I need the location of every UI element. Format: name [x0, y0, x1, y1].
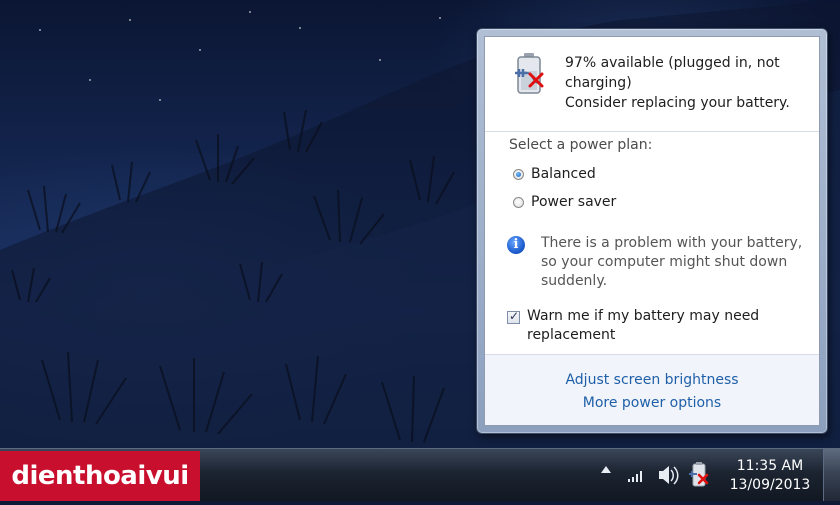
- warn-battery-label-line: Warn me if my battery may need: [527, 308, 760, 324]
- battery-status-text: 97% available (plugged in, not charging)…: [565, 53, 805, 113]
- show-hidden-icons-button[interactable]: [601, 466, 611, 473]
- power-saver-radio[interactable]: [513, 196, 524, 208]
- balanced-radio[interactable]: [513, 168, 524, 180]
- clock-date: 13/09/2013: [729, 477, 811, 493]
- battery-replace-advice: Consider replacing your battery.: [565, 95, 790, 111]
- system-clock[interactable]: 11:35 AM 13/09/2013: [725, 457, 815, 495]
- battery-warning-icon: [513, 51, 549, 101]
- power-plan-heading: Select a power plan:: [509, 137, 653, 153]
- plan-option-balanced[interactable]: Balanced: [513, 166, 596, 182]
- adjust-brightness-link[interactable]: Adjust screen brightness: [485, 372, 819, 388]
- battery-percentage-text: 97% available (plugged in, not: [565, 55, 780, 71]
- battery-problem-line: suddenly.: [541, 273, 608, 289]
- taskbar: dienthoaivui 11:35 AM 13/09/2013: [0, 448, 840, 501]
- flyout-links-section: Adjust screen brightness More power opti…: [485, 354, 819, 425]
- speaker-icon[interactable]: [656, 449, 680, 501]
- battery-problem-line: so your computer might shut down: [541, 254, 788, 270]
- battery-status-section: 97% available (plugged in, not charging)…: [485, 37, 819, 132]
- info-icon: i: [507, 236, 525, 254]
- balanced-label: Balanced: [531, 166, 596, 182]
- power-saver-label: Power saver: [531, 194, 617, 210]
- battery-problem-line: There is a problem with your battery,: [541, 235, 803, 251]
- warn-battery-label: Warn me if my battery may need replaceme…: [527, 307, 807, 345]
- clock-time: 11:35 AM: [736, 458, 804, 474]
- battery-flyout: 97% available (plugged in, not charging)…: [476, 28, 828, 434]
- battery-charging-state: charging): [565, 75, 632, 91]
- plan-option-power-saver[interactable]: Power saver: [513, 194, 616, 210]
- more-power-options-link[interactable]: More power options: [485, 395, 819, 411]
- network-signal-icon[interactable]: [626, 449, 646, 501]
- show-desktop-button[interactable]: [823, 449, 840, 501]
- battery-icon[interactable]: [688, 449, 710, 501]
- warn-battery-label-line: replacement: [527, 327, 616, 343]
- battery-flyout-panel: 97% available (plugged in, not charging)…: [484, 36, 820, 426]
- battery-problem-text: There is a problem with your battery, so…: [541, 234, 809, 291]
- brand-logo: dienthoaivui: [0, 451, 200, 501]
- warn-battery-checkbox[interactable]: [507, 309, 520, 324]
